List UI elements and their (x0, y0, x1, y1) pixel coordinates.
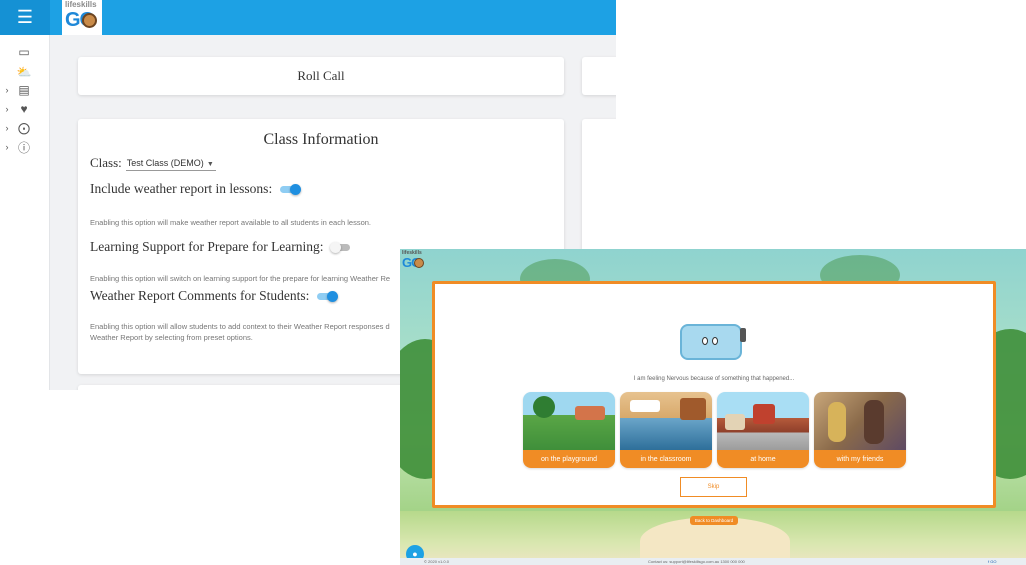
weather-report-toggle[interactable] (278, 184, 302, 195)
game-logo[interactable]: lifeskills GO (402, 250, 432, 272)
class-label: Class: (90, 155, 122, 170)
footer-copyright: © 2020 v1.0.0 (424, 559, 449, 564)
weather-comments-toggle[interactable] (315, 291, 339, 302)
option-weather-report: Include weather report in lessons: (90, 181, 302, 197)
help-icon: ⓘ (17, 140, 30, 155)
choice-label: on the playground (523, 450, 615, 468)
hand-heart-icon: ♥ (20, 102, 28, 116)
robot-mascot-icon (680, 324, 748, 360)
option-label: Weather Report Comments for Students: (90, 288, 310, 303)
laptop-icon: ▭ (18, 45, 30, 59)
roll-call-title: Roll Call (297, 68, 345, 83)
footer-social[interactable]: f GO (988, 559, 996, 564)
choice-label: in the classroom (620, 450, 712, 468)
lifebuoy-icon: ⨀ (18, 121, 30, 135)
class-select[interactable]: Test Class (DEMO) ▼ (125, 156, 216, 171)
sidebar-item-support[interactable]: › ⨀ (0, 119, 50, 137)
sidebar-item-lessons[interactable]: ▭ (0, 43, 50, 61)
roll-call-card[interactable]: Roll Call (78, 57, 564, 95)
chevron-right-icon: › (5, 123, 9, 133)
choice-home[interactable]: at home (717, 392, 809, 468)
skip-button[interactable]: Skip (680, 477, 747, 497)
back-to-dashboard-button[interactable]: Back to Dashboard (690, 516, 738, 525)
choice-classroom[interactable]: in the classroom (620, 392, 712, 468)
chevron-right-icon: › (5, 85, 9, 95)
option-label: Learning Support for Prepare for Learnin… (90, 239, 324, 254)
class-select-value: Test Class (DEMO) (126, 157, 204, 168)
chevron-right-icon: › (5, 142, 9, 152)
sidebar-item-wellbeing[interactable]: › ♥ (0, 100, 50, 118)
presentation-icon: ▤ (18, 83, 30, 97)
weather-icon: ⛅ (16, 65, 32, 79)
screen: ☰ lifeskills GO ▭ ⛅ › ▤ › ♥ › ⨀ › ⓘ Roll… (0, 0, 1026, 565)
feeling-dialog: I am feeling Nervous because of somethin… (432, 281, 996, 508)
game-window: lifeskills GO I am feeling Nervous becau… (400, 249, 1026, 565)
app-logo[interactable]: lifeskills GO (62, 0, 102, 35)
playground-image (523, 392, 615, 450)
choice-playground[interactable]: on the playground (523, 392, 615, 468)
sidebar-item-weather[interactable]: ⛅ (0, 63, 50, 81)
sidebar-item-teaching[interactable]: › ▤ (0, 81, 50, 99)
choice-label: with my friends (814, 450, 906, 468)
class-information-title: Class Information (263, 131, 379, 148)
logo-subtitle: lifeskills (65, 0, 97, 9)
learning-support-toggle[interactable] (329, 242, 352, 253)
option-weather-comments: Weather Report Comments for Students: (90, 288, 339, 304)
home-image (717, 392, 809, 450)
option-description: Enabling this option will allow students… (90, 322, 390, 342)
top-app-bar: ☰ lifeskills GO (0, 0, 616, 35)
footer-contact[interactable]: Contact us: support@lifeskillsgo.com.au … (648, 559, 745, 564)
footer: © 2020 v1.0.0 Contact us: support@lifesk… (400, 558, 1026, 565)
class-row: Class: Test Class (DEMO) ▼ (90, 155, 216, 171)
choice-label: at home (717, 450, 809, 468)
logo-mascot-icon (82, 13, 97, 28)
option-label: Include weather report in lessons: (90, 181, 273, 196)
logo-mascot-icon (414, 258, 424, 268)
choice-friends[interactable]: with my friends (814, 392, 906, 468)
sidebar: ▭ ⛅ › ▤ › ♥ › ⨀ › ⓘ (0, 35, 50, 390)
option-learning-support: Learning Support for Prepare for Learnin… (90, 239, 352, 255)
menu-icon[interactable]: ☰ (0, 0, 50, 35)
sidebar-item-help[interactable]: › ⓘ (0, 138, 50, 156)
option-description: Enabling this option will make weather r… (90, 218, 371, 227)
classroom-image (620, 392, 712, 450)
friends-image (814, 392, 906, 450)
feeling-prompt: I am feeling Nervous because of somethin… (633, 376, 795, 382)
chevron-right-icon: › (5, 104, 9, 114)
secondary-card-top (582, 57, 616, 95)
caret-down-icon: ▼ (206, 160, 214, 168)
